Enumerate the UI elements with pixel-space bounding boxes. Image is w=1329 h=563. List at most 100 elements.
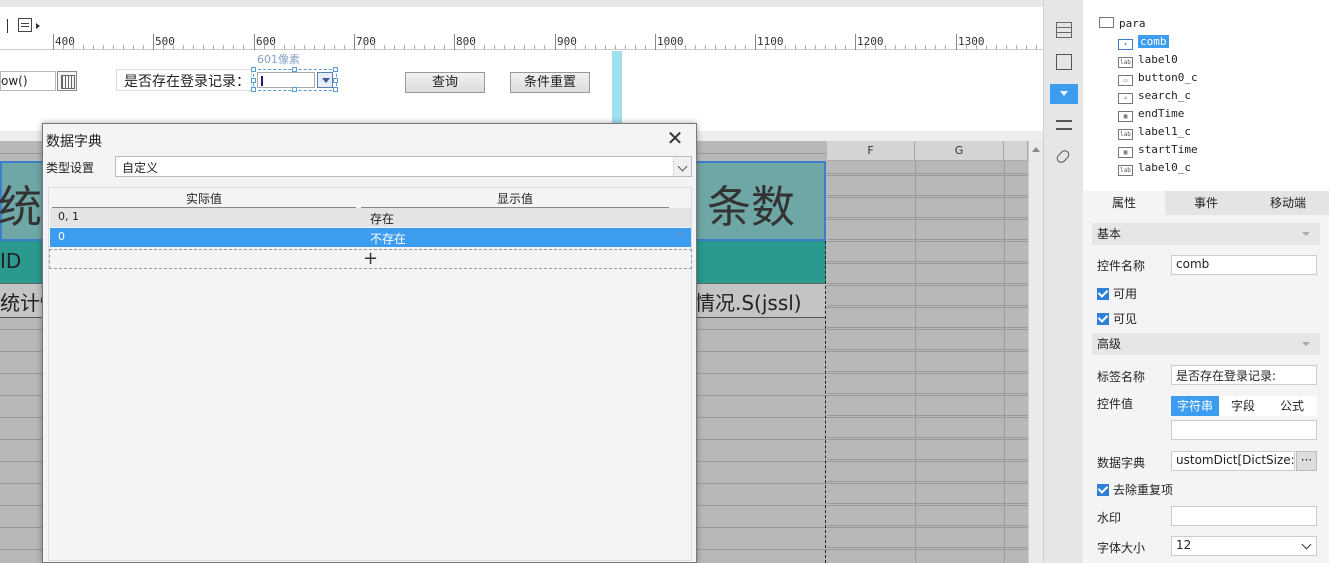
format-icon[interactable]: [18, 18, 32, 32]
ruler-minor-tick: [294, 45, 295, 49]
tab-events[interactable]: 事件: [1165, 191, 1247, 215]
ruler-minor-tick: [875, 45, 876, 49]
calendar-icon[interactable]: [57, 71, 77, 91]
mode-field[interactable]: 字段: [1219, 396, 1267, 416]
resize-handle[interactable]: [251, 78, 256, 83]
reset-button[interactable]: 条件重置: [510, 72, 590, 93]
ruler-minor-tick: [103, 45, 104, 49]
tree-item[interactable]: ▦ endTime: [1118, 107, 1184, 122]
section-advanced[interactable]: 高级: [1092, 333, 1320, 355]
link-icon[interactable]: [1054, 148, 1072, 165]
column-header-g[interactable]: G: [915, 141, 1004, 161]
enabled-label: 可用: [1113, 287, 1138, 301]
button-icon: ▭: [1118, 75, 1133, 86]
widget-settings-icon[interactable]: [1050, 84, 1078, 104]
tree-item[interactable]: ▦ startTime: [1118, 143, 1198, 158]
display-value-cell[interactable]: 不存在: [370, 230, 406, 247]
watermark-label: 水印: [1097, 511, 1122, 525]
ruler-minor-tick: [344, 45, 345, 49]
tree-root[interactable]: para: [1099, 17, 1146, 30]
section-basic[interactable]: 基本: [1092, 223, 1320, 245]
ruler-minor-tick: [915, 45, 916, 49]
ruler-minor-tick: [324, 45, 325, 49]
resize-handle[interactable]: [292, 87, 297, 92]
ruler-minor-tick: [424, 45, 425, 49]
mode-formula[interactable]: 公式: [1267, 396, 1317, 416]
type-select[interactable]: 自定义: [115, 156, 692, 177]
ruler-minor-tick: [133, 45, 134, 49]
table-row[interactable]: 0, 1 存在: [50, 208, 691, 227]
vertical-scrollbar[interactable]: [1028, 141, 1043, 563]
value-mode-toggle: 字符串 字段 公式: [1171, 396, 1317, 416]
font-size-select[interactable]: 12: [1171, 536, 1317, 556]
widget-name-input[interactable]: comb: [1171, 255, 1317, 275]
chevron-down-icon[interactable]: [673, 157, 691, 176]
ruler-minor-tick: [464, 45, 465, 49]
ruler-minor-tick: [976, 45, 977, 49]
ruler-minor-tick: [565, 45, 566, 49]
tree-item[interactable]: lab label0: [1118, 53, 1178, 68]
dialog-title: 数据字典: [46, 134, 102, 150]
resize-handle[interactable]: [333, 78, 338, 83]
visible-checkbox[interactable]: 可见: [1097, 310, 1137, 327]
tab-properties[interactable]: 属性: [1083, 191, 1165, 215]
resize-handle[interactable]: [333, 67, 338, 72]
ruler-minor-tick: [705, 45, 706, 49]
pixel-hint: 601像素: [257, 53, 300, 66]
tree-item[interactable]: ⌕ search_c: [1118, 89, 1191, 104]
tree-item-label: endTime: [1138, 107, 1185, 120]
widget-value-input[interactable]: [1171, 420, 1317, 440]
parameter-panel: ow() 是否存在登录记录： 601像素 查询 条件重置: [0, 51, 1043, 131]
resize-handle[interactable]: [292, 67, 297, 72]
date-input[interactable]: ow(): [0, 71, 56, 91]
column-header-blank[interactable]: [1004, 141, 1028, 161]
mode-string[interactable]: 字符串: [1171, 396, 1219, 416]
tree-item[interactable]: ▭ button0_c: [1118, 71, 1198, 86]
login-record-label[interactable]: 是否存在登录记录：: [116, 69, 252, 91]
ruler-minor-tick: [966, 45, 967, 49]
tree-item[interactable]: lab label1_c: [1118, 125, 1191, 140]
type-setting-label: 类型设置: [46, 161, 95, 175]
toolbar-separator: [7, 19, 8, 33]
data-dict-edit-button[interactable]: ···: [1296, 451, 1317, 471]
enabled-checkbox[interactable]: 可用: [1097, 285, 1137, 302]
tab-mobile[interactable]: 移动端: [1247, 191, 1329, 215]
tree-item[interactable]: ▾ comb: [1118, 35, 1169, 50]
ruler-minor-tick: [905, 45, 906, 49]
ruler-tick: [153, 34, 154, 50]
actual-value-cell[interactable]: 0: [58, 230, 65, 243]
ruler-minor-tick: [845, 45, 846, 49]
watermark-input[interactable]: [1171, 506, 1317, 526]
add-row-button[interactable]: +: [49, 249, 692, 269]
delete-row-icon[interactable]: ✕: [676, 231, 685, 241]
resize-handle[interactable]: [333, 87, 338, 92]
ruler-minor-tick: [63, 45, 64, 49]
data-dict-input[interactable]: ustomDict[DictSize:2]: [1171, 451, 1295, 471]
combo-input[interactable]: [257, 72, 315, 88]
display-value-cell[interactable]: 存在: [370, 210, 394, 227]
frame-icon[interactable]: [1056, 54, 1072, 70]
combo-icon: ▾: [1118, 39, 1133, 50]
resize-handle[interactable]: [251, 67, 256, 72]
dropdown-arrow-icon[interactable]: [36, 23, 40, 29]
chevron-down-icon[interactable]: [1298, 537, 1316, 555]
resize-handle[interactable]: [251, 87, 256, 92]
tree-item[interactable]: lab label0_c: [1118, 161, 1191, 176]
close-icon[interactable]: ✕: [665, 128, 685, 148]
query-button[interactable]: 查询: [405, 72, 485, 93]
ruler-minor-tick: [474, 45, 475, 49]
empty-cells[interactable]: [827, 161, 1030, 563]
column-header-actual[interactable]: 实际值: [52, 190, 356, 208]
combo-dropdown-icon[interactable]: [317, 72, 333, 88]
column-header-display[interactable]: 显示值: [361, 190, 669, 208]
column-header-f[interactable]: F: [827, 141, 915, 161]
tag-name-input[interactable]: 是否存在登录记录:: [1171, 365, 1317, 385]
actual-value-cell[interactable]: 0, 1: [58, 210, 79, 223]
combo-widget-selected[interactable]: [251, 67, 338, 92]
layers-icon[interactable]: [1056, 120, 1072, 130]
dedupe-checkbox[interactable]: 去除重复项: [1097, 481, 1173, 498]
widget-value-label: 控件值: [1097, 397, 1134, 411]
ruler-minor-tick: [895, 45, 896, 49]
table-row-selected[interactable]: 0 不存在 ✕: [50, 228, 691, 247]
widget-library-icon[interactable]: [1056, 22, 1072, 38]
